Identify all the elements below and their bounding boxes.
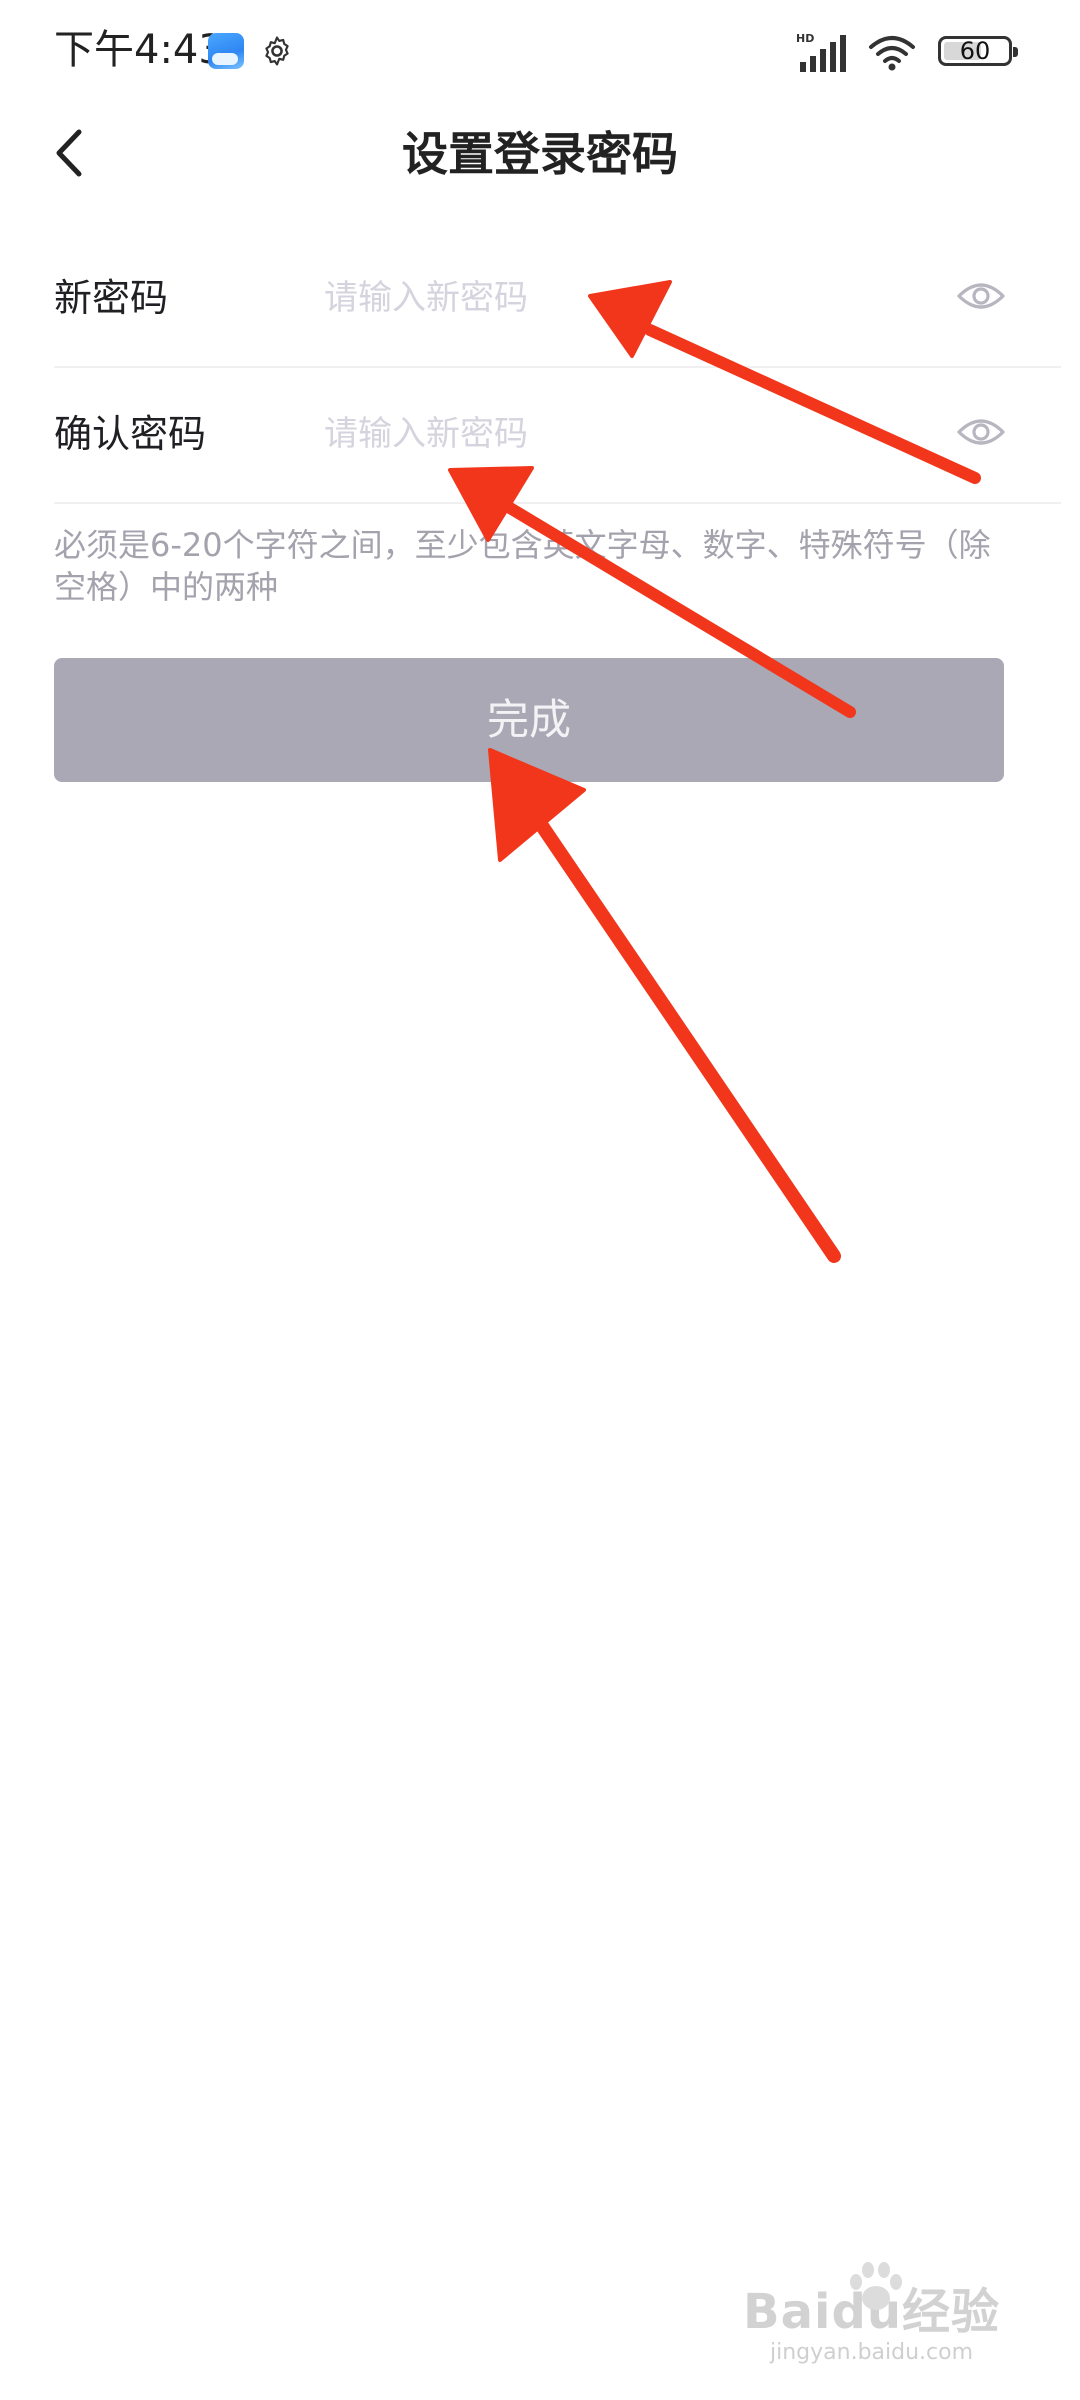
gear-icon bbox=[265, 36, 289, 66]
page-title: 设置登录密码 bbox=[402, 127, 678, 181]
watermark-url: jingyan.baidu.com bbox=[770, 2340, 974, 2365]
new-password-row: 新密码 bbox=[54, 230, 1061, 368]
wifi-icon bbox=[869, 36, 915, 71]
battery-icon: 60 bbox=[938, 36, 1018, 66]
watermark: Baidu经验 jingyan.baidu.com bbox=[743, 2262, 1000, 2366]
password-hint: 必须是6-20个字符之间，至少包含英文字母、数字、特殊符号（除空格）中的两种 bbox=[54, 526, 991, 606]
status-time: 下午4:43 bbox=[54, 27, 224, 73]
new-password-label: 新密码 bbox=[54, 276, 169, 320]
signal-icon: HD bbox=[796, 32, 846, 72]
confirm-password-input[interactable] bbox=[324, 402, 944, 466]
confirm-password-label: 确认密码 bbox=[54, 412, 207, 456]
header: 设置登录密码 bbox=[0, 100, 1080, 210]
new-password-input[interactable] bbox=[324, 266, 944, 330]
weather-icon bbox=[208, 33, 244, 69]
status-icons: HD 60 bbox=[692, 30, 1018, 74]
network-label: HD bbox=[796, 32, 814, 45]
confirm-password-row: 确认密码 bbox=[54, 366, 1061, 504]
battery-percent: 60 bbox=[959, 37, 991, 65]
submit-button[interactable]: 完成 bbox=[54, 658, 1004, 782]
paw-icon bbox=[850, 2262, 902, 2310]
eye-icon[interactable] bbox=[956, 410, 1006, 454]
arrow-to-submit bbox=[488, 748, 841, 1263]
eye-icon[interactable] bbox=[956, 274, 1006, 318]
status-bar: 下午4:43 HD 60 bbox=[0, 0, 1080, 100]
